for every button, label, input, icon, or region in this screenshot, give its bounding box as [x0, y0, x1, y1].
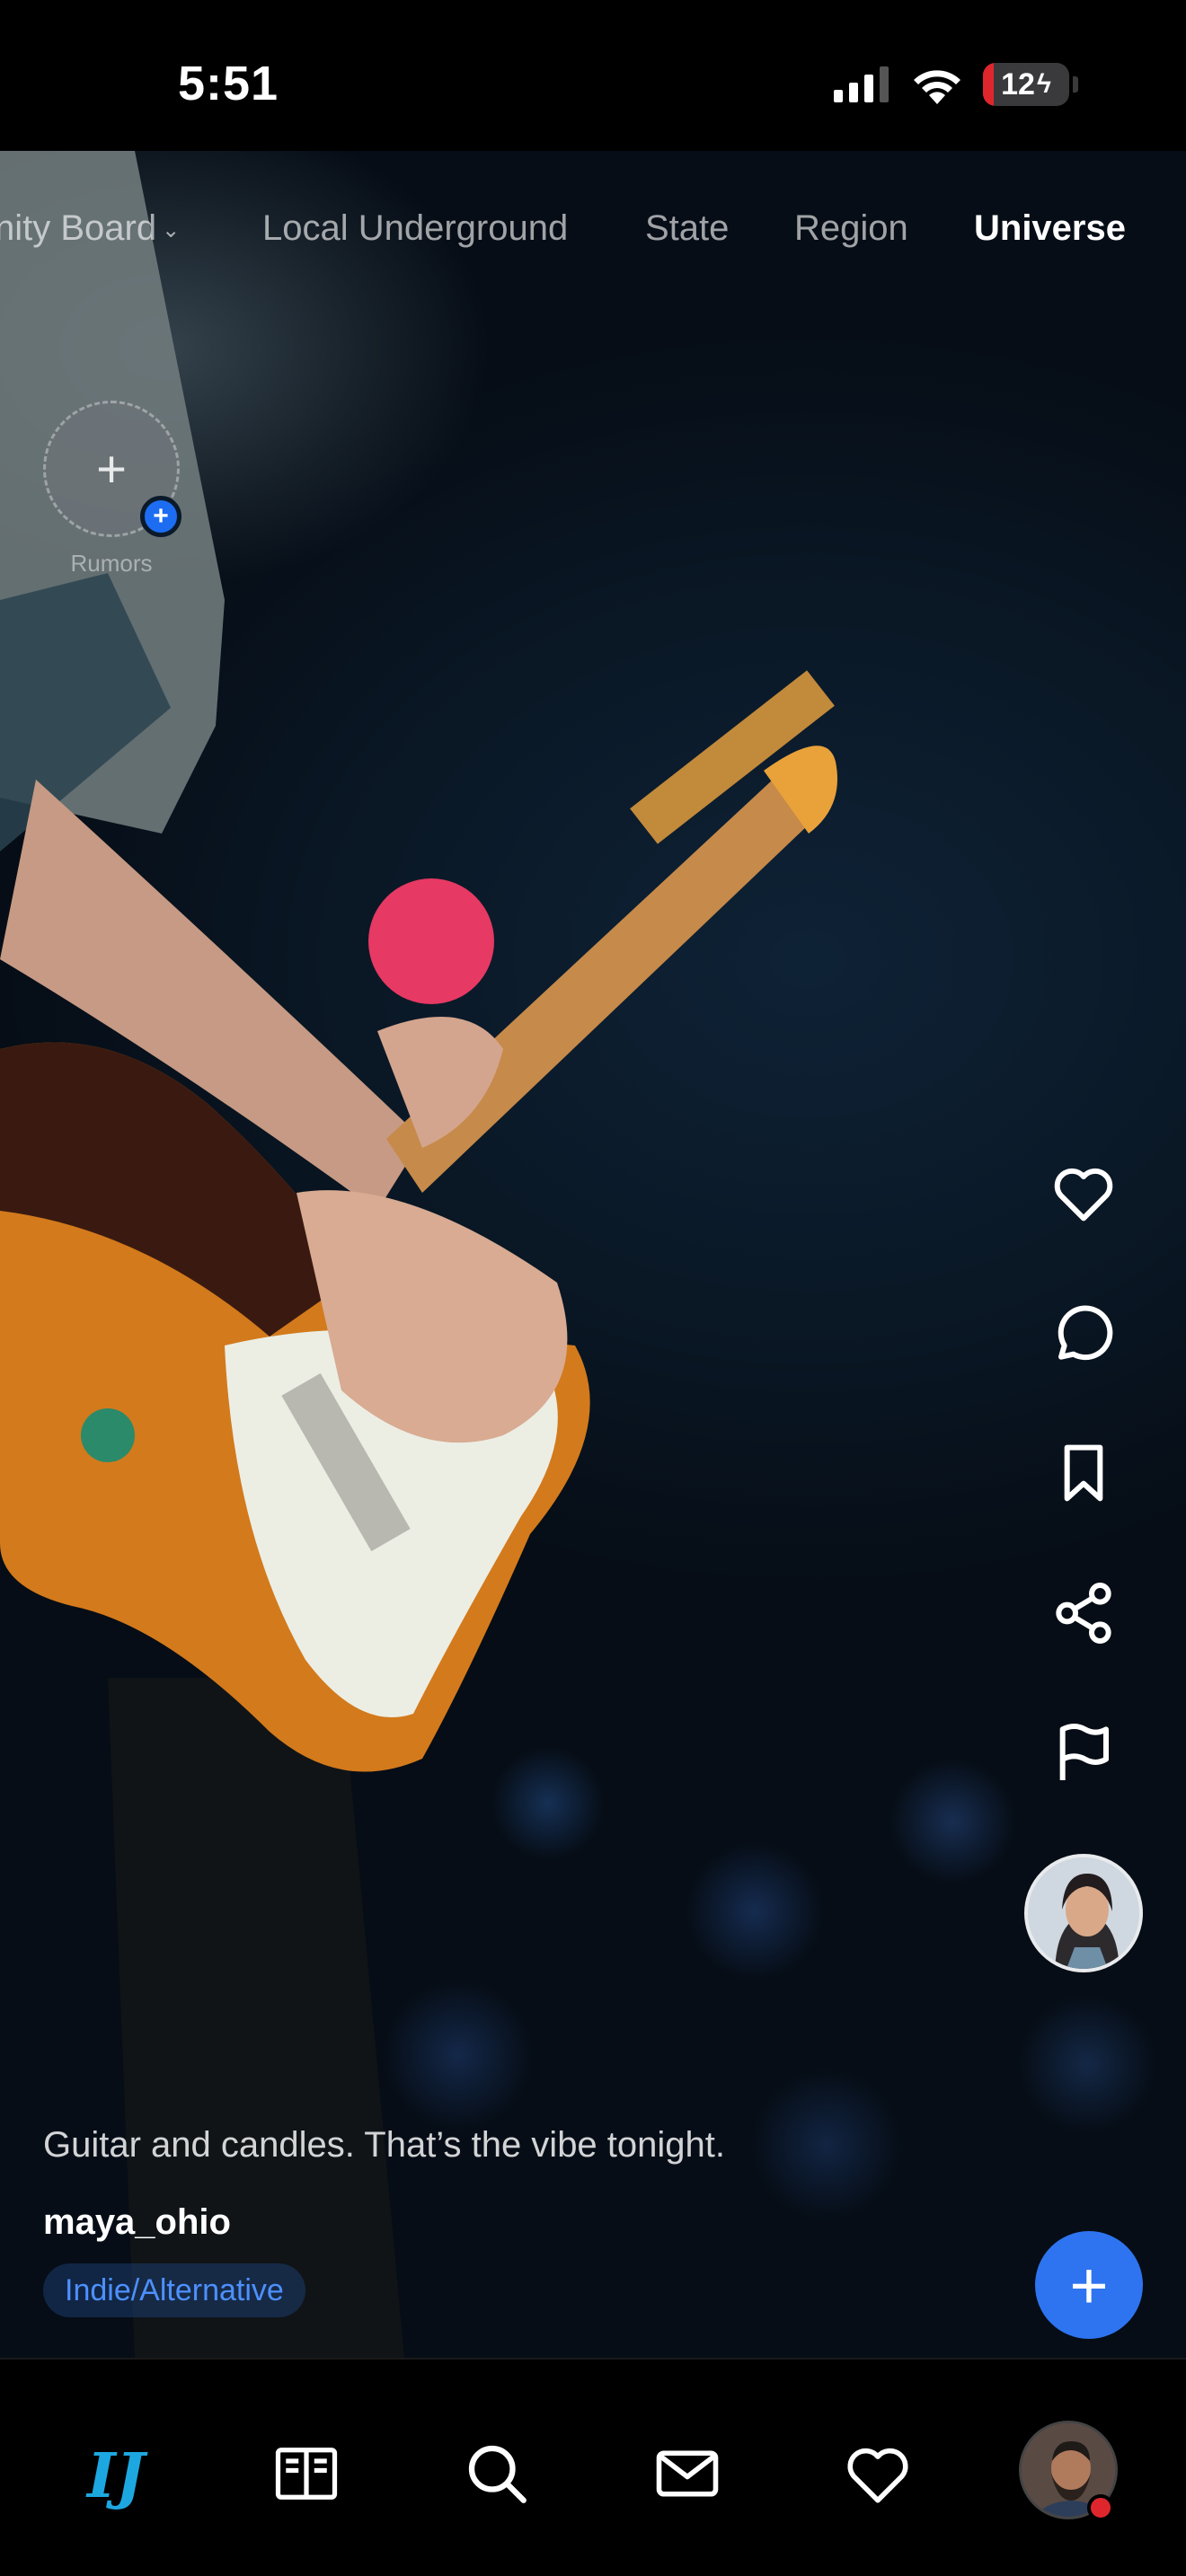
feed-tabs: nity Board ⌄ Local Underground State Regi…	[0, 208, 1186, 280]
plus-badge-icon[interactable]: +	[140, 496, 181, 537]
search-icon	[468, 2445, 527, 2503]
create-post-button[interactable]: +	[1035, 2231, 1143, 2339]
plus-icon: +	[1069, 2247, 1109, 2323]
tab-label: nity Board	[0, 208, 157, 248]
share-icon	[1056, 1583, 1111, 1644]
plus-icon: +	[96, 439, 127, 498]
tab-universe[interactable]: Universe	[974, 208, 1126, 249]
heart-icon	[847, 2448, 908, 2503]
genre-tag[interactable]: Indie/Alternative	[43, 2263, 305, 2317]
comment-button[interactable]	[1030, 1279, 1137, 1387]
mail-icon	[656, 2450, 719, 2497]
share-button[interactable]	[1030, 1559, 1137, 1667]
wifi-icon	[914, 70, 960, 104]
bookmark-button[interactable]	[1030, 1419, 1137, 1527]
tab-state[interactable]: State	[645, 208, 729, 249]
nav-library[interactable]	[257, 2424, 356, 2523]
chevron-down-icon: ⌄	[162, 217, 181, 243]
tab-region[interactable]: Region	[794, 208, 908, 249]
creator-avatar[interactable]	[1024, 1854, 1143, 1972]
battery-cap	[1073, 76, 1078, 93]
svg-text:IJ: IJ	[85, 2440, 148, 2511]
post-username[interactable]: maya_ohio	[43, 2202, 231, 2243]
flag-icon	[1059, 1724, 1109, 1780]
nav-messages[interactable]	[638, 2424, 737, 2523]
battery-label: 12	[1001, 66, 1035, 101]
charging-bolt-icon: ϟ	[1036, 69, 1051, 99]
bottom-nav: IJ	[0, 2358, 1186, 2576]
logo-icon: IJ	[85, 2440, 148, 2511]
status-bar: 5:51 12 ϟ	[0, 0, 1186, 151]
status-time: 5:51	[178, 57, 279, 110]
book-icon	[275, 2448, 338, 2500]
heart-icon	[1054, 1168, 1113, 1222]
notification-dot	[1087, 2494, 1114, 2521]
battery-indicator: 12 ϟ	[983, 63, 1069, 106]
tab-community-board[interactable]: nity Board ⌄	[0, 208, 180, 249]
tab-local-underground[interactable]: Local Underground	[262, 208, 568, 249]
post-caption: Guitar and candles. That’s the vibe toni…	[43, 2125, 726, 2165]
action-rail	[1030, 1139, 1137, 1839]
comment-icon	[1058, 1305, 1113, 1361]
nav-home[interactable]: IJ	[66, 2424, 165, 2523]
like-button[interactable]	[1030, 1139, 1137, 1247]
nav-search[interactable]	[447, 2424, 546, 2523]
cellular-signal-icon	[834, 66, 889, 102]
story-label: Rumors	[70, 550, 153, 577]
report-button[interactable]	[1030, 1699, 1137, 1807]
nav-favorites[interactable]	[828, 2424, 927, 2523]
bookmark-icon	[1064, 1444, 1103, 1502]
status-icons: 12 ϟ	[834, 63, 1078, 106]
